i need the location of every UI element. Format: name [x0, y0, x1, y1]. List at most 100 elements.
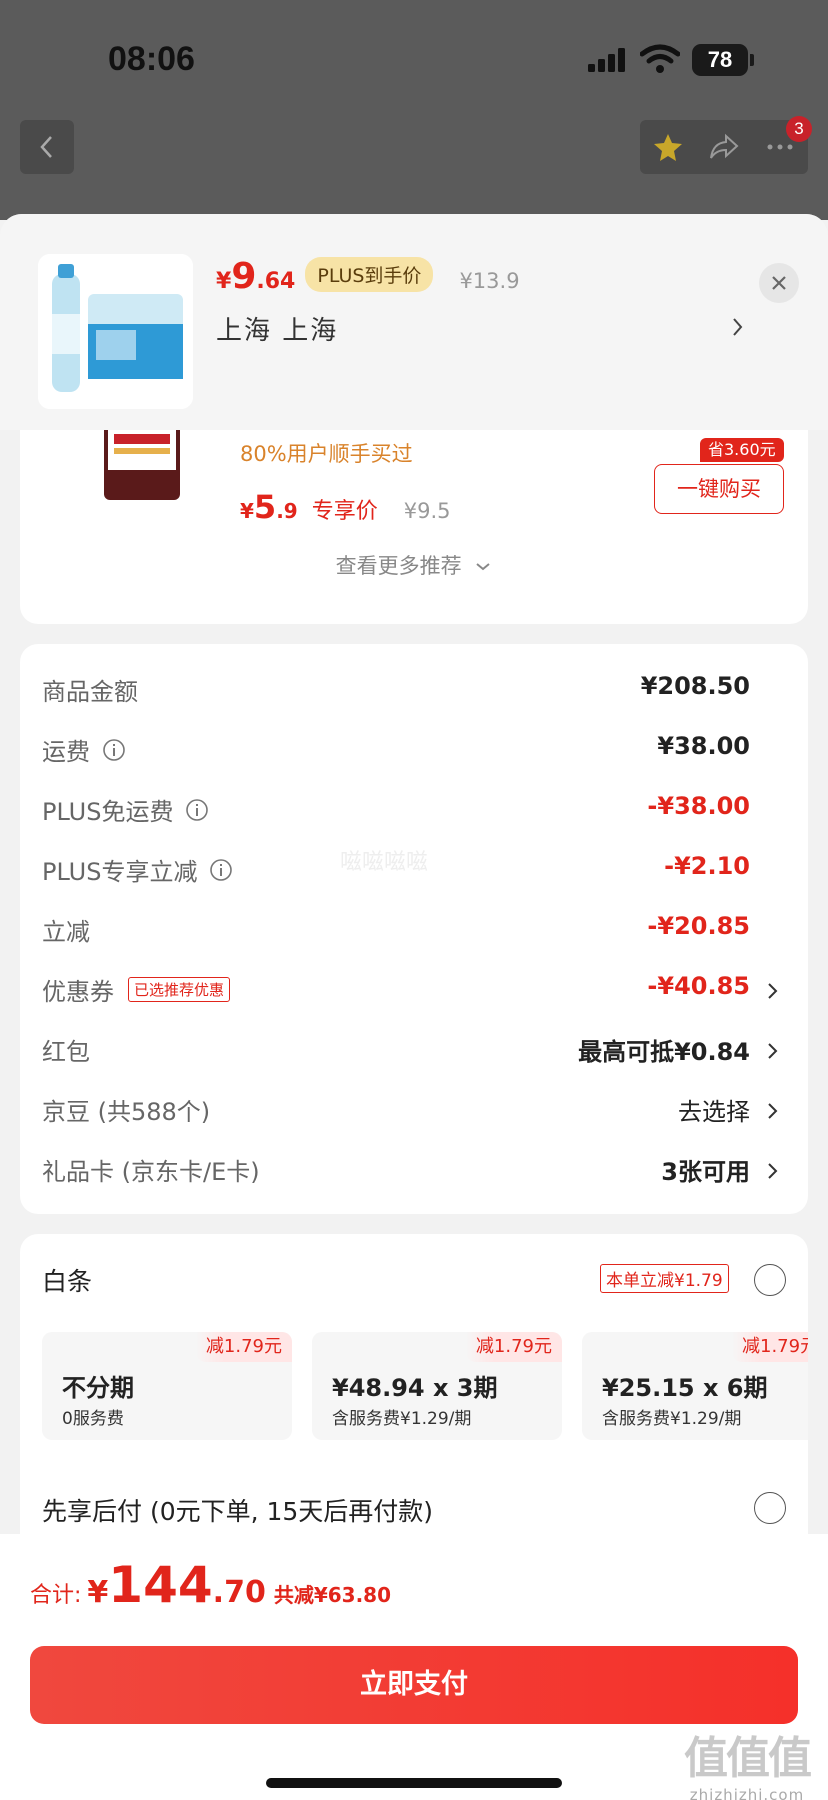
- wifi-icon: [640, 44, 680, 73]
- info-icon[interactable]: [209, 858, 233, 882]
- cost-value: 最高可抵¥0.84: [578, 1038, 750, 1066]
- status-time: 08:06: [108, 40, 195, 78]
- cost-value: -¥38.00: [647, 792, 750, 820]
- more-recommendations-label: 查看更多推荐: [335, 554, 462, 578]
- cost-row-gift-card[interactable]: 礼品卡 (京东卡/E卡) 3张可用: [20, 1140, 808, 1200]
- original-price: ¥9.5: [403, 499, 451, 523]
- installment-option[interactable]: 减1.79元 ¥48.94 x 3期 含服务费¥1.29/期: [312, 1332, 562, 1440]
- close-button[interactable]: [759, 263, 799, 303]
- info-icon[interactable]: [102, 738, 126, 762]
- more-recommendations-link[interactable]: 查看更多推荐: [20, 550, 808, 580]
- chevron-right-icon: [768, 983, 778, 999]
- cost-label: 立减: [42, 918, 90, 946]
- price-integer: 9: [231, 256, 257, 297]
- cost-label-wrap: 优惠券 已选推荐优惠: [42, 972, 231, 1007]
- close-icon: [772, 276, 786, 290]
- pay-now-button[interactable]: 立即支付: [30, 1646, 798, 1724]
- chevron-right-icon: [768, 1103, 778, 1119]
- cost-label: 京豆 (共588个): [42, 1098, 211, 1126]
- delivery-location[interactable]: 上海 上海: [216, 310, 338, 347]
- total-integer: 144: [108, 1556, 213, 1614]
- back-button[interactable]: [20, 120, 74, 174]
- one-click-buy-button[interactable]: 一键购买: [654, 464, 784, 514]
- total-row: 合计: ¥ 144 .70 共减¥63.80: [30, 1556, 391, 1614]
- cost-label-wrap: 运费: [42, 732, 126, 767]
- bnpl-radio[interactable]: [754, 1492, 786, 1524]
- installment-option[interactable]: 减1.79元 ¥25.15 x 6期 含服务费¥1.29/期: [582, 1332, 808, 1440]
- cost-row-plus-discount: PLUS专享立减 -¥2.10: [20, 840, 808, 900]
- cost-row-jd-beans[interactable]: 京豆 (共588个) 去选择: [20, 1080, 808, 1140]
- cost-row-plus-free-shipping: PLUS免运费 -¥38.00: [20, 780, 808, 840]
- cost-value: 3张可用: [661, 1158, 750, 1186]
- installment-discount: 减1.79元: [732, 1332, 808, 1362]
- home-indicator: [266, 1778, 562, 1788]
- installment-options: 减1.79元 不分期 0服务费 减1.79元 ¥48.94 x 3期 含服务费¥…: [42, 1332, 808, 1442]
- price-decimal: .9: [276, 499, 298, 523]
- total-decimal: .70: [212, 1575, 266, 1610]
- total-savings: 共减¥63.80: [273, 1583, 392, 1607]
- cost-label: 优惠券: [42, 978, 114, 1006]
- installment-option[interactable]: 减1.79元 不分期 0服务费: [42, 1332, 292, 1440]
- installment-fee: 含服务费¥1.29/期: [602, 1409, 742, 1429]
- currency-symbol: ¥: [87, 1575, 109, 1610]
- baitiao-radio[interactable]: [754, 1264, 786, 1296]
- baitiao-label: 白条: [42, 1267, 93, 1296]
- notification-badge: 3: [786, 116, 812, 142]
- checkout-bottom-bar: 合计: ¥ 144 .70 共减¥63.80 立即支付 值值值 zhizhizh…: [0, 1534, 828, 1800]
- installment-fee: 0服务费: [62, 1409, 124, 1429]
- original-price: ¥13.9: [459, 269, 520, 293]
- currency-symbol: ¥: [216, 269, 232, 294]
- site-url: zhizhizhi.com: [689, 1786, 805, 1800]
- installment-fee: 含服务费¥1.29/期: [332, 1409, 472, 1429]
- cost-row-red-packet[interactable]: 红包 最高可抵¥0.84: [20, 1020, 808, 1080]
- cost-row-subtotal: 商品金额 ¥208.50: [20, 660, 808, 720]
- baitiao-discount-tag: 本单立减¥1.79: [600, 1264, 729, 1293]
- sheet-header: ¥ 9 .64 PLUS到手价 ¥13.9 上海 上海: [0, 214, 828, 430]
- cost-label: PLUS免运费: [42, 798, 174, 826]
- share-icon[interactable]: [708, 131, 740, 163]
- cost-value: 去选择: [678, 1098, 750, 1126]
- product-price-row: ¥ 9 .64 PLUS到手价 ¥13.9: [216, 256, 520, 304]
- cost-value: -¥20.85: [647, 912, 750, 940]
- product-image[interactable]: [38, 254, 193, 409]
- cost-row-coupon[interactable]: 优惠券 已选推荐优惠 -¥40.85: [20, 960, 808, 1020]
- cost-label-wrap: PLUS专享立减: [42, 852, 233, 887]
- battery-indicator: 78: [692, 44, 748, 76]
- cost-label: PLUS专享立减: [42, 858, 198, 886]
- cost-value: -¥2.10: [664, 852, 750, 880]
- recommended-price: ¥ 5 .9 专享价 ¥9.5: [240, 488, 450, 526]
- cost-label: 礼品卡 (京东卡/E卡): [42, 1158, 260, 1186]
- chevron-right-icon: [768, 1043, 778, 1059]
- plus-price-tag: PLUS到手价: [305, 257, 434, 292]
- cost-label: 运费: [42, 738, 90, 766]
- nav-actions: [640, 120, 808, 174]
- cost-breakdown-card: 嗞嗞嗞嗞 商品金额 ¥208.50 运费 ¥38.00 PLUS免运费 -¥38…: [20, 644, 808, 1214]
- chevron-left-icon: [40, 136, 52, 158]
- checkout-sheet: 80%用户顺手买过 ¥ 5 .9 专享价 ¥9.5 一键购买 省3.60元 查看…: [0, 214, 828, 1800]
- installment-discount: 减1.79元: [465, 1332, 562, 1362]
- installment-title: 不分期: [62, 1374, 134, 1402]
- recommended-discount-tag: 已选推荐优惠: [128, 977, 231, 1002]
- cost-row-shipping: 运费 ¥38.00: [20, 720, 808, 780]
- price-integer: 5: [253, 488, 277, 526]
- site-watermark: 值值值 zhizhizhi.com: [672, 1722, 822, 1800]
- cost-value: ¥208.50: [640, 672, 750, 700]
- star-icon[interactable]: [652, 131, 684, 163]
- cellular-signal-icon: [588, 48, 625, 72]
- chevron-right-icon: [768, 1163, 778, 1179]
- info-icon[interactable]: [185, 798, 209, 822]
- installment-discount: 减1.79元: [195, 1332, 292, 1362]
- currency-symbol: ¥: [240, 499, 254, 523]
- cost-value: ¥38.00: [657, 732, 750, 760]
- water-bottles-icon: [38, 254, 193, 409]
- cost-value: -¥40.85: [647, 972, 750, 1000]
- site-logo: 值值值: [684, 1733, 812, 1784]
- bnpl-label: 先享后付 (0元下单, 15天后再付款): [42, 1497, 434, 1526]
- cost-label: 商品金额: [42, 678, 138, 706]
- status-bar: 08:06 78: [0, 0, 828, 110]
- chevron-right-icon[interactable]: [730, 314, 746, 340]
- cost-label: 红包: [42, 1038, 90, 1066]
- save-badge: 省3.60元: [700, 438, 784, 462]
- payment-method-card: 白条 本单立减¥1.79 减1.79元 不分期 0服务费 减1.79元 ¥48.…: [20, 1234, 808, 1564]
- price-decimal: .64: [256, 269, 296, 294]
